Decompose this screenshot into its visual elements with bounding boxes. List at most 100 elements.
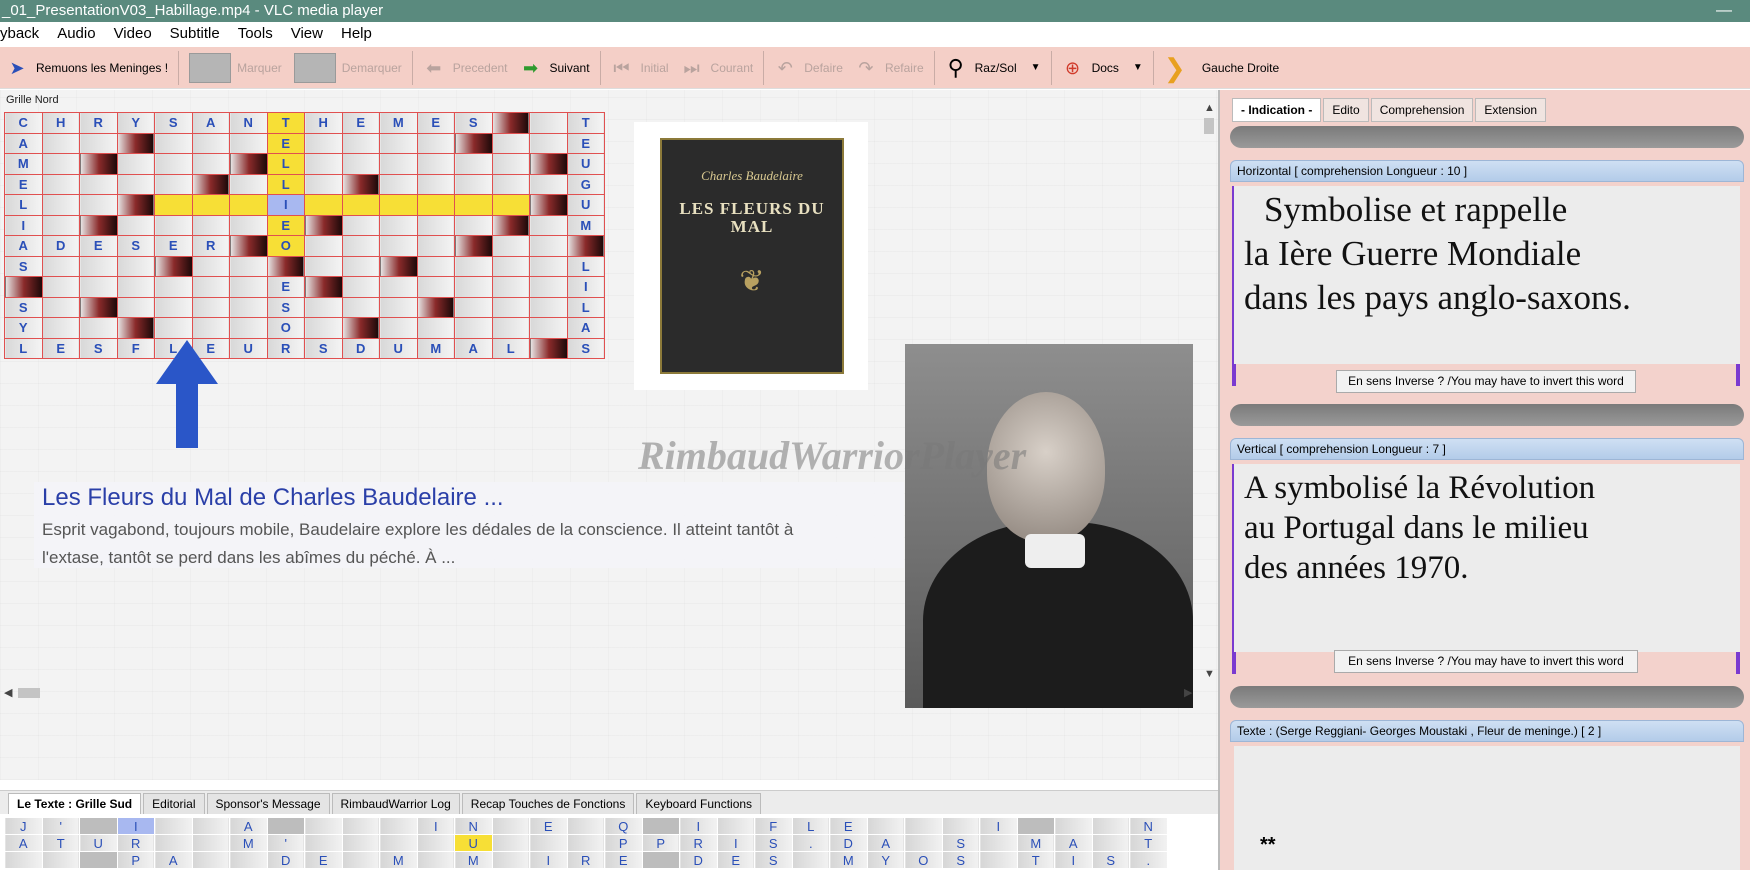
grid-cell[interactable] bbox=[641, 851, 680, 869]
grid-cell[interactable] bbox=[79, 214, 118, 236]
grid-cell[interactable] bbox=[454, 173, 493, 195]
grid-cell[interactable] bbox=[529, 235, 568, 257]
grid-cell[interactable]: U bbox=[379, 337, 418, 359]
grid-cell[interactable] bbox=[341, 153, 380, 175]
grid-cell[interactable]: U bbox=[454, 834, 493, 852]
grid-cell[interactable]: U bbox=[79, 834, 118, 852]
grid-cell[interactable] bbox=[304, 276, 343, 298]
grid-cell[interactable]: Y bbox=[866, 851, 905, 869]
grid-cell[interactable]: S bbox=[154, 112, 193, 134]
grid-cell[interactable]: S bbox=[79, 337, 118, 359]
grid-cell[interactable] bbox=[491, 255, 530, 277]
grid-cell[interactable]: M bbox=[829, 851, 868, 869]
grid-cell[interactable]: M bbox=[379, 112, 418, 134]
grid-cell[interactable] bbox=[4, 851, 43, 869]
grid-cell[interactable] bbox=[491, 112, 530, 134]
grid-cell[interactable]: L bbox=[491, 337, 530, 359]
grid-cell[interactable]: R bbox=[116, 834, 155, 852]
grid-cell[interactable]: S bbox=[941, 851, 980, 869]
grid-cell[interactable]: I bbox=[529, 851, 568, 869]
grid-cell[interactable] bbox=[341, 851, 380, 869]
grid-cell[interactable]: A bbox=[454, 337, 493, 359]
grid-cell[interactable] bbox=[341, 276, 380, 298]
razsol-dropdown-icon[interactable]: ▼ bbox=[1031, 62, 1041, 73]
grid-cell[interactable]: Q bbox=[604, 817, 643, 835]
grid-cell[interactable] bbox=[79, 255, 118, 277]
grid-cell[interactable]: I bbox=[116, 817, 155, 835]
grid-cell[interactable] bbox=[379, 817, 418, 835]
grid-cell[interactable] bbox=[904, 834, 943, 852]
grid-cell[interactable]: D bbox=[679, 851, 718, 869]
grid-cell[interactable] bbox=[341, 317, 380, 339]
precedent-button[interactable]: ⬅ Precedent bbox=[417, 50, 514, 86]
grid-cell[interactable] bbox=[341, 214, 380, 236]
grid-cell[interactable]: E bbox=[529, 817, 568, 835]
grid-cell[interactable]: S bbox=[1091, 851, 1130, 869]
grid-cell[interactable]: E bbox=[416, 112, 455, 134]
docs-dropdown-icon[interactable]: ▼ bbox=[1133, 62, 1143, 73]
grid-cell[interactable]: A bbox=[566, 317, 605, 339]
grid-cell[interactable]: D bbox=[829, 834, 868, 852]
grid-cell[interactable]: A bbox=[4, 834, 43, 852]
grid-cell[interactable] bbox=[154, 834, 193, 852]
grid-cell[interactable]: A bbox=[229, 817, 268, 835]
scroll-right-icon[interactable]: ▶ bbox=[1184, 686, 1192, 699]
grid-cell[interactable] bbox=[979, 851, 1018, 869]
grid-cell[interactable]: L bbox=[4, 194, 43, 216]
grid-cell[interactable] bbox=[191, 817, 230, 835]
initial-button[interactable]: ⏮ Initial bbox=[605, 50, 675, 86]
grid-cell[interactable] bbox=[529, 337, 568, 359]
grid-cell[interactable] bbox=[454, 317, 493, 339]
grid-cell[interactable]: F bbox=[754, 817, 793, 835]
grid-cell[interactable] bbox=[116, 276, 155, 298]
grid-cell[interactable]: S bbox=[754, 851, 793, 869]
grid-cell[interactable]: S bbox=[754, 834, 793, 852]
grid-cell[interactable] bbox=[529, 153, 568, 175]
grid-cell[interactable] bbox=[79, 194, 118, 216]
demarquer-button[interactable]: Demarquer bbox=[288, 50, 408, 86]
grid-cell[interactable]: L bbox=[266, 173, 305, 195]
grid-cell[interactable] bbox=[379, 834, 418, 852]
grid-cell[interactable] bbox=[1054, 817, 1093, 835]
grid-cell[interactable]: U bbox=[566, 153, 605, 175]
grid-cell[interactable]: T bbox=[566, 112, 605, 134]
grid-cell[interactable] bbox=[416, 214, 455, 236]
grid-cell[interactable] bbox=[566, 235, 605, 257]
grid-cell[interactable] bbox=[304, 296, 343, 318]
grid-cell[interactable] bbox=[379, 296, 418, 318]
grid-cell[interactable] bbox=[154, 817, 193, 835]
grid-cell[interactable] bbox=[454, 214, 493, 236]
grid-cell[interactable] bbox=[266, 817, 305, 835]
grid-cell[interactable] bbox=[229, 173, 268, 195]
grid-cell[interactable] bbox=[154, 132, 193, 154]
grid-cell[interactable] bbox=[866, 817, 905, 835]
grid-cell[interactable]: N bbox=[229, 112, 268, 134]
grid-cell[interactable] bbox=[191, 173, 230, 195]
grid-cell[interactable] bbox=[529, 834, 568, 852]
grid-cell[interactable] bbox=[79, 317, 118, 339]
tab-recap[interactable]: Recap Touches de Fonctions bbox=[461, 793, 635, 814]
grid-cell[interactable] bbox=[41, 153, 80, 175]
vertical-scrollbar[interactable]: ▲ ▼ bbox=[1202, 102, 1216, 682]
grid-cell[interactable] bbox=[379, 276, 418, 298]
grid-cell[interactable]: S bbox=[304, 337, 343, 359]
grid-cell[interactable] bbox=[116, 255, 155, 277]
grid-cell[interactable]: R bbox=[566, 851, 605, 869]
grid-cell[interactable] bbox=[341, 296, 380, 318]
grid-cell[interactable] bbox=[1016, 817, 1055, 835]
grid-cell[interactable]: N bbox=[1129, 817, 1168, 835]
grid-cell[interactable]: I bbox=[416, 817, 455, 835]
grid-cell[interactable] bbox=[379, 214, 418, 236]
grid-cell[interactable] bbox=[229, 255, 268, 277]
grid-cell[interactable] bbox=[41, 132, 80, 154]
grid-cell[interactable] bbox=[41, 173, 80, 195]
tab-editorial[interactable]: Editorial bbox=[143, 793, 205, 814]
grid-cell[interactable]: M bbox=[416, 337, 455, 359]
tab-sponsor[interactable]: Sponsor's Message bbox=[206, 793, 330, 814]
grid-cell[interactable] bbox=[529, 112, 568, 134]
grid-cell[interactable]: E bbox=[304, 851, 343, 869]
grid-cell[interactable]: S bbox=[454, 112, 493, 134]
grid-cell[interactable] bbox=[116, 214, 155, 236]
collapsed-section-bar[interactable] bbox=[1230, 126, 1744, 148]
grid-cell[interactable] bbox=[116, 173, 155, 195]
